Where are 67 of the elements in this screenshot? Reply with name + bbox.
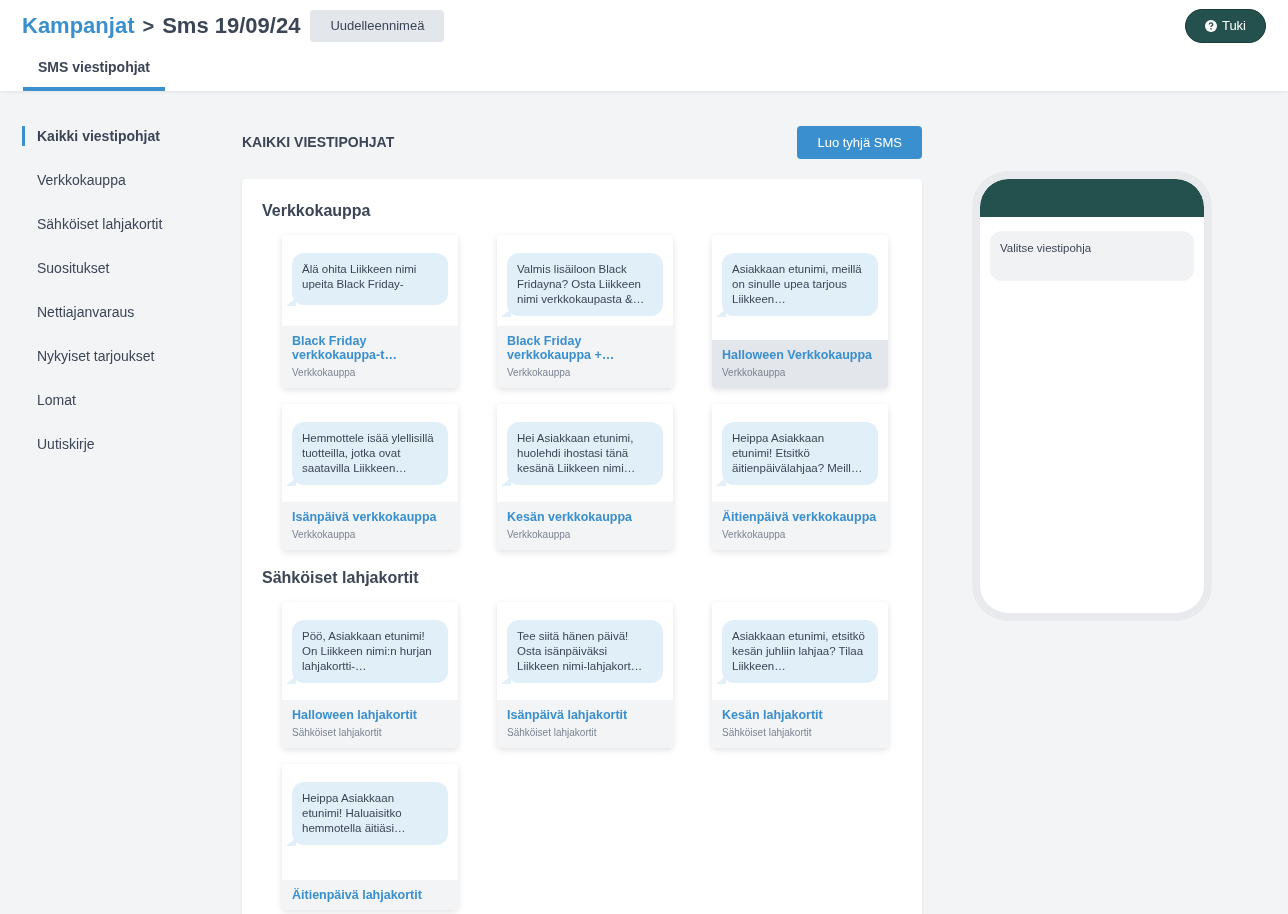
bubble-tail-icon: [286, 676, 296, 684]
message-preview: Asiakkaan etunimi, meillä on sinulle upea tarjous Liikkeen…: [722, 253, 878, 316]
template-category: Sähköiset lahjakortit: [507, 726, 598, 740]
template-name: Black Friday verkkokauppa-t…: [292, 334, 398, 362]
message-preview: Pöö, Asiakkaan etunimi! On Liikkeen nimi:n hurjan lahjakortti-…: [292, 620, 448, 683]
template-card[interactable]: Asiakkaan etunimi, meillä on sinulle upea tarjous Liikkeen… Halloween Verkkokauppa Verkkokauppa: [712, 235, 888, 388]
message-preview: Hei Asiakkaan etunimi, huolehdi ihostasi tänä kesänä Liikkeen nimi…: [507, 422, 663, 485]
template-name: Kesän verkkokauppa: [507, 510, 634, 524]
bubble-tail-icon: [501, 478, 511, 486]
template-name: Äitienpäivä lahjakortit: [292, 888, 423, 902]
message-preview: Valmis lisäiloon Black Fridayna? Osta Liikkeen nimi verkkokaupasta &…: [507, 253, 663, 316]
template-name: Isänpäivä lahjakortit: [507, 708, 629, 722]
page-title: Sms 19/09/24: [162, 12, 301, 41]
sidebar-item[interactable]: Verkkokauppa: [22, 169, 220, 190]
template-category: Sähköiset lahjakortit: [292, 726, 383, 740]
template-name: Äitienpäivä verkkokauppa: [722, 510, 878, 524]
template-card[interactable]: Asiakkaan etunimi, etsitkö kesän juhliin lahjaa? Tilaa Liikkeen… Kesän lahjakortit Sähköiset lahjakortit: [712, 602, 888, 748]
help-button[interactable]: Tuki: [1184, 9, 1266, 43]
bubble-tail-icon: [501, 676, 511, 684]
sidebar-item[interactable]: Lomat: [22, 389, 220, 410]
rename-button[interactable]: Uudelleennimeä: [310, 10, 445, 42]
bubble-tail-icon: [716, 478, 726, 486]
message-preview: Heippa Asiakkaan etunimi! Haluaisitko hemmotella äitiäsi…: [292, 782, 448, 845]
template-card[interactable]: Hemmottele isää ylellisillä tuotteilla, jotka ovat saatavilla Liikkeen… Isänpäivä verkkokauppa Verkkokauppa: [282, 404, 458, 550]
bubble-tail-icon: [286, 298, 296, 306]
message-preview: Asiakkaan etunimi, etsitkö kesän juhliin lahjaa? Tilaa Liikkeen…: [722, 620, 878, 683]
tab[interactable]: SMS viestipohjat: [23, 56, 166, 91]
template-name: Halloween Verkkokauppa: [722, 348, 874, 362]
help-icon: [1204, 19, 1217, 32]
sidebar-item[interactable]: Kaikki viestipohjat: [22, 125, 220, 146]
template-card[interactable]: Heippa Asiakkaan etunimi! Haluaisitko hemmotella äitiäsi… Äitienpäivä lahjakortit: [282, 764, 458, 910]
template-category: Verkkokauppa: [722, 528, 787, 542]
section-heading: KAIKKI VIESTIPOHJAT: [242, 132, 395, 152]
bubble-tail-icon: [286, 838, 296, 846]
template-category: Verkkokauppa: [722, 366, 787, 380]
template-name: Black Friday verkkokauppa +…: [507, 334, 616, 362]
sidebar-item[interactable]: Suositukset: [22, 257, 220, 278]
sidebar-item[interactable]: Nykyiset tarjoukset: [22, 345, 220, 366]
bubble-tail-icon: [286, 478, 296, 486]
template-category: Sähköiset lahjakortit: [722, 726, 813, 740]
category-heading: Sähköiset lahjakortit: [262, 568, 420, 588]
template-name: Kesän lahjakortit: [722, 708, 824, 722]
breadcrumb-separator: >: [142, 13, 155, 39]
template-card[interactable]: Valmis lisäiloon Black Fridayna? Osta Liikkeen nimi verkkokaupasta &… Black Friday verkkokauppa +… Verkkokauppa: [497, 235, 673, 388]
template-card[interactable]: Älä ohita Liikkeen nimi upeita Black Friday- Black Friday verkkokauppa-t… Verkkokauppa: [282, 235, 458, 388]
message-preview: Älä ohita Liikkeen nimi upeita Black Friday-: [292, 253, 448, 305]
phone-message: Valitse viestipohja: [990, 230, 1194, 281]
message-preview: Hemmottele isää ylellisillä tuotteilla, jotka ovat saatavilla Liikkeen…: [292, 422, 448, 485]
sidebar-item[interactable]: Uutiskirje: [22, 433, 220, 454]
category-heading: Verkkokauppa: [262, 201, 372, 221]
template-card[interactable]: Heippa Asiakkaan etunimi! Etsitkö äitienpäivälahjaa? Meill… Äitienpäivä verkkokauppa Verkkokauppa: [712, 404, 888, 550]
template-category: Verkkokauppa: [292, 528, 357, 542]
template-card[interactable]: Hei Asiakkaan etunimi, huolehdi ihostasi tänä kesänä Liikkeen nimi… Kesän verkkokauppa Verkkokauppa: [497, 404, 673, 550]
bubble-tail-icon: [716, 309, 726, 317]
template-category: Verkkokauppa: [507, 528, 572, 542]
template-card[interactable]: Pöö, Asiakkaan etunimi! On Liikkeen nimi:n hurjan lahjakortti-… Halloween lahjakortit Sähköiset lahjakortit: [282, 602, 458, 748]
bubble-tail-icon: [501, 309, 511, 317]
message-preview: Heippa Asiakkaan etunimi! Etsitkö äitienpäivälahjaa? Meill…: [722, 422, 878, 485]
template-card[interactable]: Tee siitä hänen päivä! Osta isänpäiväksi Liikkeen nimi-lahjakort… Isänpäivä lahjakortit Sähköiset lahjakortit: [497, 602, 673, 748]
template-name: Halloween lahjakortit: [292, 708, 419, 722]
sidebar-item[interactable]: Sähköiset lahjakortit: [22, 213, 220, 234]
bubble-tail-icon: [716, 676, 726, 684]
template-category: Verkkokauppa: [507, 366, 572, 380]
sidebar-item[interactable]: Nettiajanvaraus: [22, 301, 220, 322]
message-preview: Tee siitä hänen päivä! Osta isänpäiväksi Liikkeen nimi-lahjakort…: [507, 620, 663, 683]
template-name: Isänpäivä verkkokauppa: [292, 510, 438, 524]
template-category: Verkkokauppa: [292, 366, 357, 380]
